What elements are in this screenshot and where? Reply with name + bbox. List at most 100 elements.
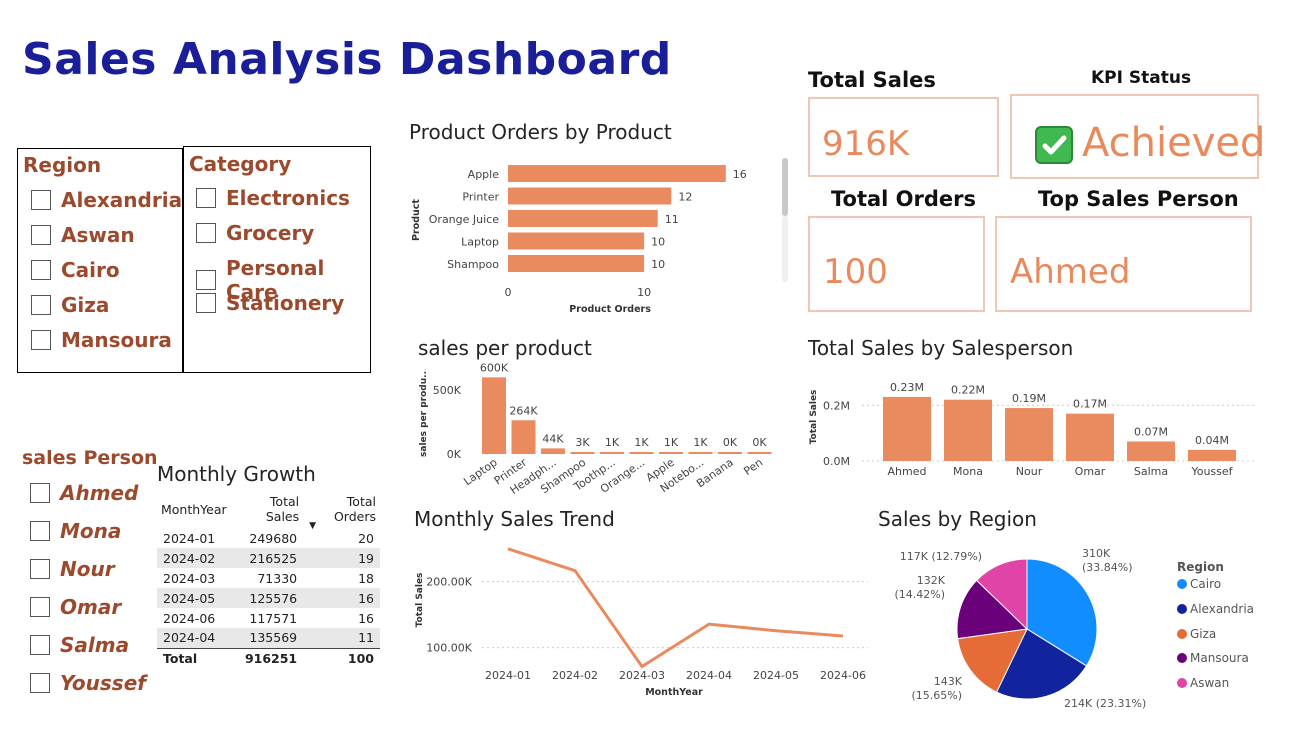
- checkbox[interactable]: [30, 521, 50, 541]
- cell: 100: [303, 647, 380, 668]
- category-label: Mona: [953, 465, 983, 478]
- data-label: 11: [665, 213, 679, 226]
- data-label: 0.23M: [890, 381, 924, 394]
- tick-label: 2024-02: [552, 669, 598, 682]
- legend-entry: Mansoura: [1190, 651, 1249, 665]
- data-label: 214K (23.31%): [1064, 697, 1146, 710]
- bar: [944, 399, 992, 461]
- checkbox[interactable]: [196, 188, 216, 208]
- bar: [508, 187, 672, 205]
- category-label: Apple: [468, 168, 500, 181]
- bar: [747, 452, 772, 454]
- bar: [1066, 413, 1114, 461]
- column-header-total-sales[interactable]: Total Sales: [231, 490, 303, 528]
- tick-label: 2024-05: [753, 669, 799, 682]
- legend-entry: Aswan: [1190, 676, 1229, 690]
- checkbox[interactable]: [30, 673, 50, 693]
- category-option-grocery[interactable]: Grocery: [196, 221, 314, 245]
- category-label: Laptop: [461, 456, 499, 488]
- tick-label: 200.00K: [426, 576, 472, 589]
- legend-marker: [1177, 678, 1187, 688]
- salesperson-option-youssef[interactable]: Youssef: [30, 671, 146, 695]
- category-label: Pen: [741, 456, 765, 478]
- top-sales-person-label: Top Sales Person: [1038, 187, 1239, 211]
- region-option-alexandria[interactable]: Alexandria: [31, 188, 182, 212]
- legend-entry: Cairo: [1190, 577, 1221, 591]
- y-axis-title: Total Sales: [809, 390, 819, 445]
- cell: 2024-02: [157, 548, 231, 568]
- category-label: Salma: [1134, 465, 1168, 478]
- cell: 135569: [230, 628, 304, 648]
- checkbox[interactable]: [31, 330, 51, 350]
- sales-by-salesperson-title: Total Sales by Salesperson: [808, 336, 1074, 360]
- table-header-row: MonthYear Total Sales Total Orders ▼: [157, 490, 380, 531]
- cell: Total: [157, 647, 231, 668]
- y-axis-title: Total Sales: [415, 573, 425, 628]
- column-header-label: Total Orders: [333, 494, 376, 524]
- total-orders-label: Total Orders: [831, 187, 977, 211]
- salesperson-option-omar[interactable]: Omar: [30, 595, 121, 619]
- data-label: 1K: [605, 436, 620, 449]
- data-label: 3K: [575, 436, 590, 449]
- data-label: 10: [651, 258, 665, 271]
- table-row: 2024-04 135569 11: [157, 628, 380, 648]
- series-line: [507, 547, 844, 669]
- data-label: 310K (33.84%): [1082, 547, 1133, 574]
- cell: 216525: [230, 548, 304, 568]
- category-option-label: Grocery: [226, 221, 315, 245]
- region-option-mansoura[interactable]: Mansoura: [31, 328, 172, 352]
- monthly-growth-table: MonthYear Total Sales Total Orders ▼ 202…: [157, 490, 380, 668]
- region-option-giza[interactable]: Giza: [31, 293, 109, 317]
- tick-label: 0.2M: [823, 399, 850, 412]
- tick-label: 2024-03: [619, 669, 665, 682]
- checkbox[interactable]: [31, 225, 51, 245]
- legend-entry: Giza: [1190, 627, 1216, 641]
- bar: [1005, 408, 1053, 461]
- data-label: 0K: [723, 436, 738, 449]
- checkbox[interactable]: [30, 483, 50, 503]
- cell: 16: [358, 610, 374, 626]
- region-option-label: Cairo: [61, 258, 120, 282]
- salesperson-option-mona[interactable]: Mona: [30, 519, 121, 543]
- legend-marker: [1177, 629, 1187, 639]
- checkbox[interactable]: [196, 223, 216, 243]
- table-row: 2024-05 125576 16: [157, 588, 380, 608]
- cell: 20: [358, 530, 374, 546]
- bar: [1188, 449, 1236, 461]
- checkbox[interactable]: [30, 559, 50, 579]
- checkbox[interactable]: [31, 295, 51, 315]
- salesperson-option-salma[interactable]: Salma: [30, 633, 129, 657]
- checkbox[interactable]: [31, 260, 51, 280]
- region-option-cairo[interactable]: Cairo: [31, 258, 120, 282]
- cell: 125576: [230, 588, 304, 608]
- bar: [1127, 441, 1175, 461]
- category-option-label: Electronics: [226, 186, 350, 210]
- product-orders-title: Product Orders by Product: [409, 120, 672, 144]
- bar: [659, 452, 683, 454]
- salesperson-option-ahmed[interactable]: Ahmed: [30, 481, 138, 505]
- checkbox[interactable]: [196, 270, 216, 290]
- tick-label: 0K: [447, 448, 462, 461]
- bar: [508, 210, 658, 227]
- tick-label: 2024-01: [485, 669, 531, 682]
- salesperson-option-nour[interactable]: Nour: [30, 557, 115, 581]
- cell: 16: [303, 588, 380, 608]
- legend-marker: [1177, 579, 1187, 589]
- column-header-monthyear[interactable]: MonthYear: [157, 490, 231, 528]
- checkbox[interactable]: [196, 293, 216, 313]
- data-label: 10: [651, 236, 665, 249]
- table-row: 2024-03 71330 18: [157, 568, 380, 588]
- bar: [508, 232, 645, 250]
- checkbox[interactable]: [30, 635, 50, 655]
- scrollbar-thumb: [782, 158, 788, 216]
- tick-label: 10: [637, 286, 651, 299]
- checkbox[interactable]: [31, 190, 51, 210]
- column-header-total-orders[interactable]: Total Orders ▼: [303, 490, 380, 531]
- checkbox[interactable]: [30, 597, 50, 617]
- category-option-stationery[interactable]: Stationery: [196, 291, 344, 315]
- region-option-aswan[interactable]: Aswan: [31, 223, 135, 247]
- bar: [511, 420, 536, 454]
- category-option-electronics[interactable]: Electronics: [196, 186, 350, 210]
- cell: 2024-04: [157, 628, 231, 648]
- monthly-sales-trend-chart: 100.00K 200.00KTotal Sales 2024-01 2024-02 2…: [415, 547, 868, 698]
